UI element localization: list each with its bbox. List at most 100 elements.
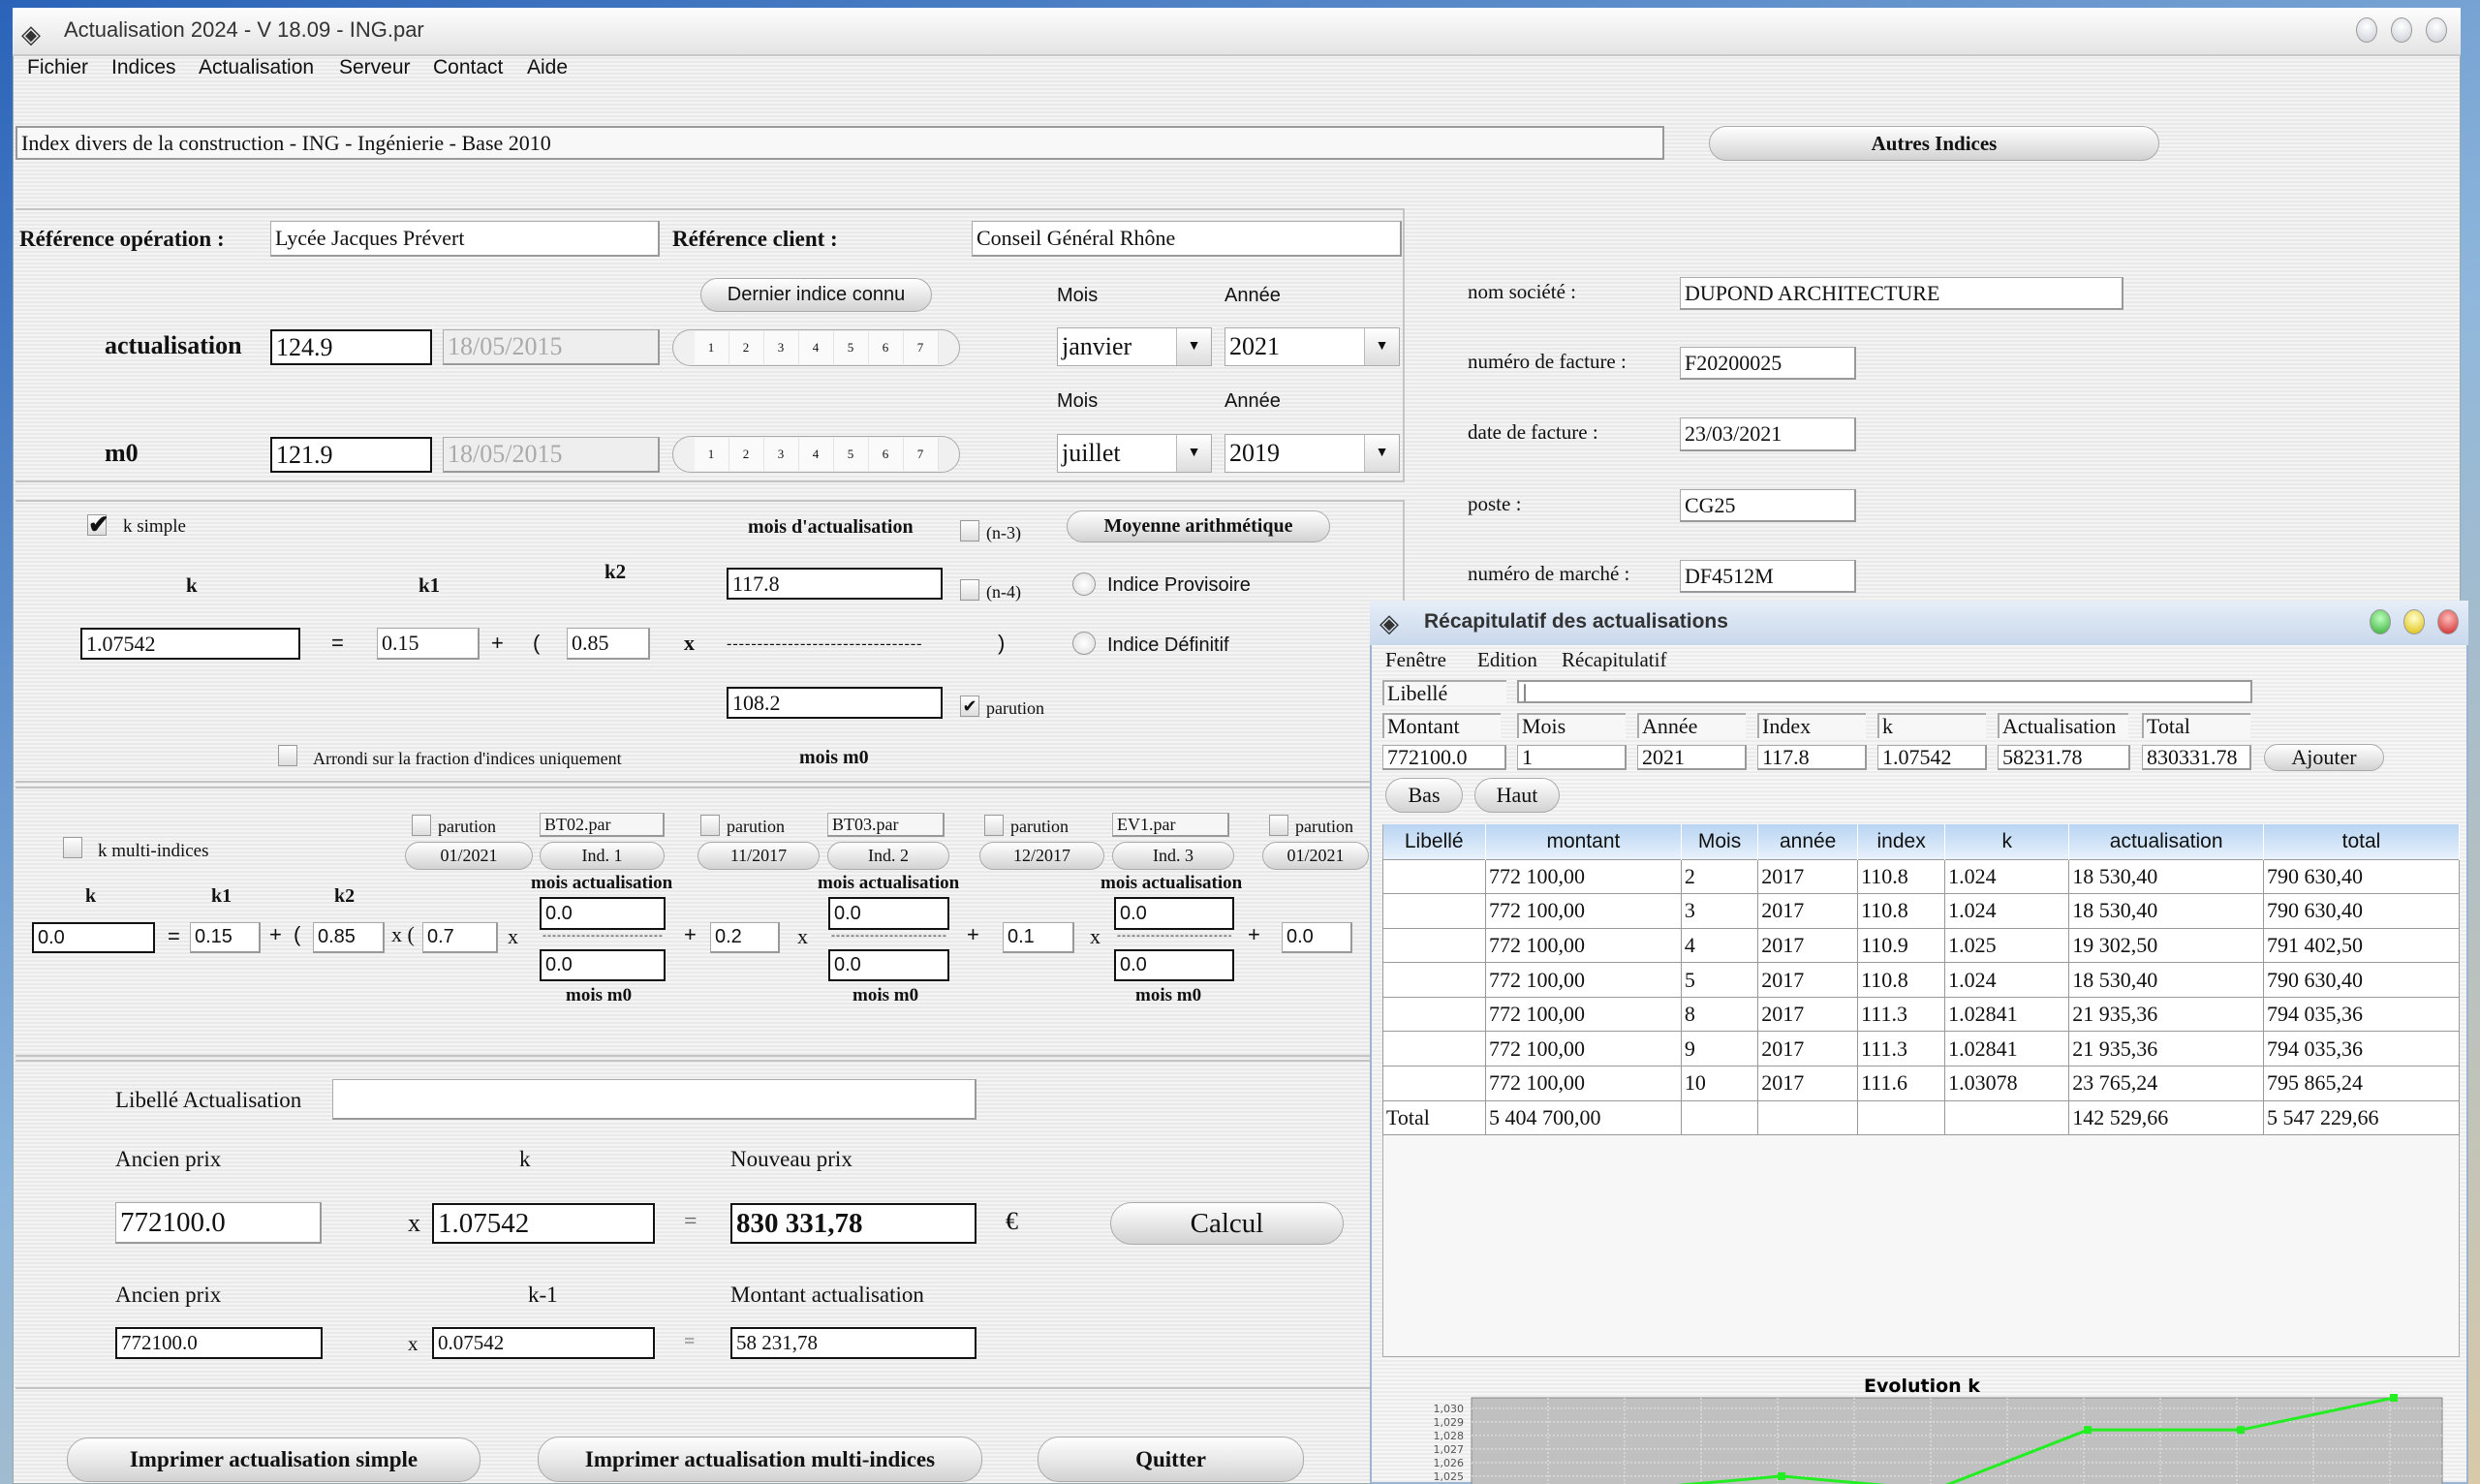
- coef-3-input[interactable]: 0.1: [1003, 922, 1074, 953]
- parution-1-checkbox[interactable]: [412, 815, 431, 836]
- den-3-input[interactable]: 0.0: [1114, 949, 1234, 981]
- date-4-button[interactable]: 01/2021: [1262, 842, 1369, 870]
- num-3-input[interactable]: 0.0: [1114, 897, 1234, 930]
- ref-operation-input[interactable]: Lycée Jacques Prévert: [270, 221, 660, 257]
- menu-aide[interactable]: Aide: [527, 56, 568, 79]
- societe-input[interactable]: DUPOND ARCHITECTURE: [1680, 277, 2124, 310]
- table-row[interactable]: 772 100,00 9 2017 111.3 1.02841 21 935,36 794 …: [1382, 1031, 2461, 1067]
- quit-button[interactable]: Quitter: [1038, 1437, 1304, 1482]
- chevron-down-icon[interactable]: ▼: [1364, 435, 1399, 472]
- recap-menu-recapitulatif[interactable]: Récapitulatif: [1562, 647, 1666, 672]
- n3-checkbox[interactable]: [960, 520, 979, 541]
- strip-6[interactable]: 6: [868, 331, 904, 364]
- table-row[interactable]: 772 100,00 10 2017 111.6 1.03078 23 765,24 795…: [1382, 1066, 2461, 1101]
- print-simple-button[interactable]: Imprimer actualisation simple: [67, 1438, 480, 1482]
- ajouter-button[interactable]: Ajouter: [2264, 744, 2384, 771]
- bas-button[interactable]: Bas: [1385, 778, 1463, 813]
- table-row[interactable]: 772 100,00 4 2017 110.9 1.025 19 302,50 791 40…: [1382, 927, 2461, 964]
- table-row[interactable]: 772 100,00 5 2017 110.8 1.024 18 530,40 790 63…: [1382, 962, 2461, 998]
- den-1-input[interactable]: 0.0: [540, 949, 666, 981]
- recap-close-button[interactable]: [2437, 609, 2459, 634]
- input-actualisation[interactable]: 58231.78: [1998, 745, 2130, 770]
- facture-input[interactable]: F20200025: [1680, 347, 1856, 380]
- input-total[interactable]: 830331.78: [2142, 745, 2251, 770]
- input-mois[interactable]: 1: [1517, 745, 1627, 770]
- maximize-button[interactable]: [2391, 17, 2412, 43]
- haut-button[interactable]: Haut: [1474, 778, 1560, 813]
- date-3-button[interactable]: 12/2017: [979, 842, 1104, 870]
- table-row[interactable]: 772 100,00 3 2017 110.8 1.024 18 530,40 790 63…: [1382, 893, 2461, 929]
- autres-indices-button[interactable]: Autres Indices: [1709, 126, 2159, 161]
- date-1-button[interactable]: 01/2021: [405, 842, 533, 870]
- denominator-input[interactable]: 108.2: [727, 687, 943, 719]
- chevron-down-icon[interactable]: ▼: [1176, 328, 1211, 365]
- actualisation-mois-select[interactable]: janvier ▼: [1057, 327, 1212, 366]
- column-header[interactable]: actualisation: [2068, 824, 2264, 859]
- n4-checkbox[interactable]: [960, 579, 979, 601]
- poste-input[interactable]: CG25: [1680, 489, 1856, 522]
- ind-3-button[interactable]: Ind. 3: [1112, 842, 1234, 870]
- coef-4-input[interactable]: 0.0: [1282, 922, 1352, 953]
- strip-7[interactable]: 7: [903, 438, 939, 471]
- den-2-input[interactable]: 0.0: [828, 949, 949, 981]
- indice-definitif-radio[interactable]: [1072, 632, 1096, 655]
- date-facture-input[interactable]: 23/03/2021: [1680, 417, 1856, 451]
- parution-3-checkbox[interactable]: [984, 815, 1004, 836]
- column-header[interactable]: Mois: [1681, 824, 1759, 859]
- menu-fichier[interactable]: Fichier: [27, 56, 88, 79]
- ind-2-button[interactable]: Ind. 2: [827, 842, 949, 870]
- column-header[interactable]: Libellé: [1382, 824, 1486, 859]
- indice-provisoire-radio[interactable]: [1072, 572, 1096, 596]
- chevron-down-icon[interactable]: ▼: [1176, 435, 1211, 472]
- strip-1[interactable]: 1: [694, 438, 729, 471]
- strip-5[interactable]: 5: [833, 331, 869, 364]
- minimize-button[interactable]: [2356, 17, 2377, 43]
- k-input[interactable]: 1.07542: [432, 1203, 655, 1244]
- multi-k1-input[interactable]: 0.15: [190, 922, 261, 953]
- moyenne-arithmetique-button[interactable]: Moyenne arithmétique: [1067, 510, 1330, 542]
- strip-2[interactable]: 2: [728, 438, 764, 471]
- close-button[interactable]: [2426, 17, 2447, 43]
- recap-menu-fenetre[interactable]: Fenêtre: [1385, 647, 1446, 672]
- strip-5[interactable]: 5: [833, 438, 869, 471]
- parution-checkbox[interactable]: ✔: [960, 696, 979, 717]
- parution-4-checkbox[interactable]: [1269, 815, 1288, 836]
- m0-annee-select[interactable]: 2019 ▼: [1224, 434, 1400, 473]
- menu-serveur[interactable]: Serveur: [339, 56, 411, 79]
- recap-minimize-button[interactable]: [2370, 609, 2391, 634]
- recap-libelle-input[interactable]: |: [1517, 680, 2252, 703]
- chevron-down-icon[interactable]: ▼: [1364, 328, 1399, 365]
- coef-1-input[interactable]: 0.7: [422, 922, 498, 953]
- numerator-input[interactable]: 117.8: [727, 568, 943, 600]
- dernier-indice-button[interactable]: Dernier indice connu: [700, 278, 932, 312]
- k-simple-checkbox[interactable]: ✔: [87, 512, 109, 538]
- print-multi-button[interactable]: Imprimer actualisation multi-indices: [538, 1437, 982, 1482]
- menu-contact[interactable]: Contact: [433, 56, 503, 79]
- recap-menu-edition[interactable]: Edition: [1477, 647, 1537, 672]
- input-annee[interactable]: 2021: [1637, 745, 1747, 770]
- column-header[interactable]: montant: [1485, 824, 1682, 859]
- actualisation-number-strip[interactable]: 1234567: [672, 329, 960, 366]
- input-k[interactable]: 1.07542: [1877, 745, 1987, 770]
- k2-input[interactable]: 0.85: [567, 628, 650, 660]
- input-index[interactable]: 117.8: [1757, 745, 1867, 770]
- strip-3[interactable]: 3: [763, 438, 799, 471]
- strip-6[interactable]: 6: [868, 438, 904, 471]
- menu-actualisation[interactable]: Actualisation: [199, 56, 314, 79]
- column-header[interactable]: année: [1757, 824, 1859, 859]
- k1-input[interactable]: 0.15: [377, 628, 480, 660]
- ancien-prix-input[interactable]: 772100.0: [115, 1202, 322, 1244]
- m0-mois-select[interactable]: juillet ▼: [1057, 434, 1212, 473]
- strip-1[interactable]: 1: [694, 331, 729, 364]
- table-row[interactable]: 772 100,00 8 2017 111.3 1.02841 21 935,36 794 …: [1382, 996, 2461, 1033]
- num-2-input[interactable]: 0.0: [828, 897, 949, 930]
- column-header[interactable]: index: [1857, 824, 1946, 859]
- input-montant[interactable]: 772100.0: [1382, 745, 1506, 770]
- total-row[interactable]: Total 5 404 700,00 142 529,66 5 547 229,66: [1382, 1099, 2461, 1136]
- coef-2-input[interactable]: 0.2: [710, 922, 780, 953]
- column-header[interactable]: total: [2263, 824, 2461, 859]
- calcul-button[interactable]: Calcul: [1110, 1202, 1344, 1245]
- menu-indices[interactable]: Indices: [111, 56, 176, 79]
- num-1-input[interactable]: 0.0: [540, 897, 666, 930]
- date-2-button[interactable]: 11/2017: [698, 842, 820, 870]
